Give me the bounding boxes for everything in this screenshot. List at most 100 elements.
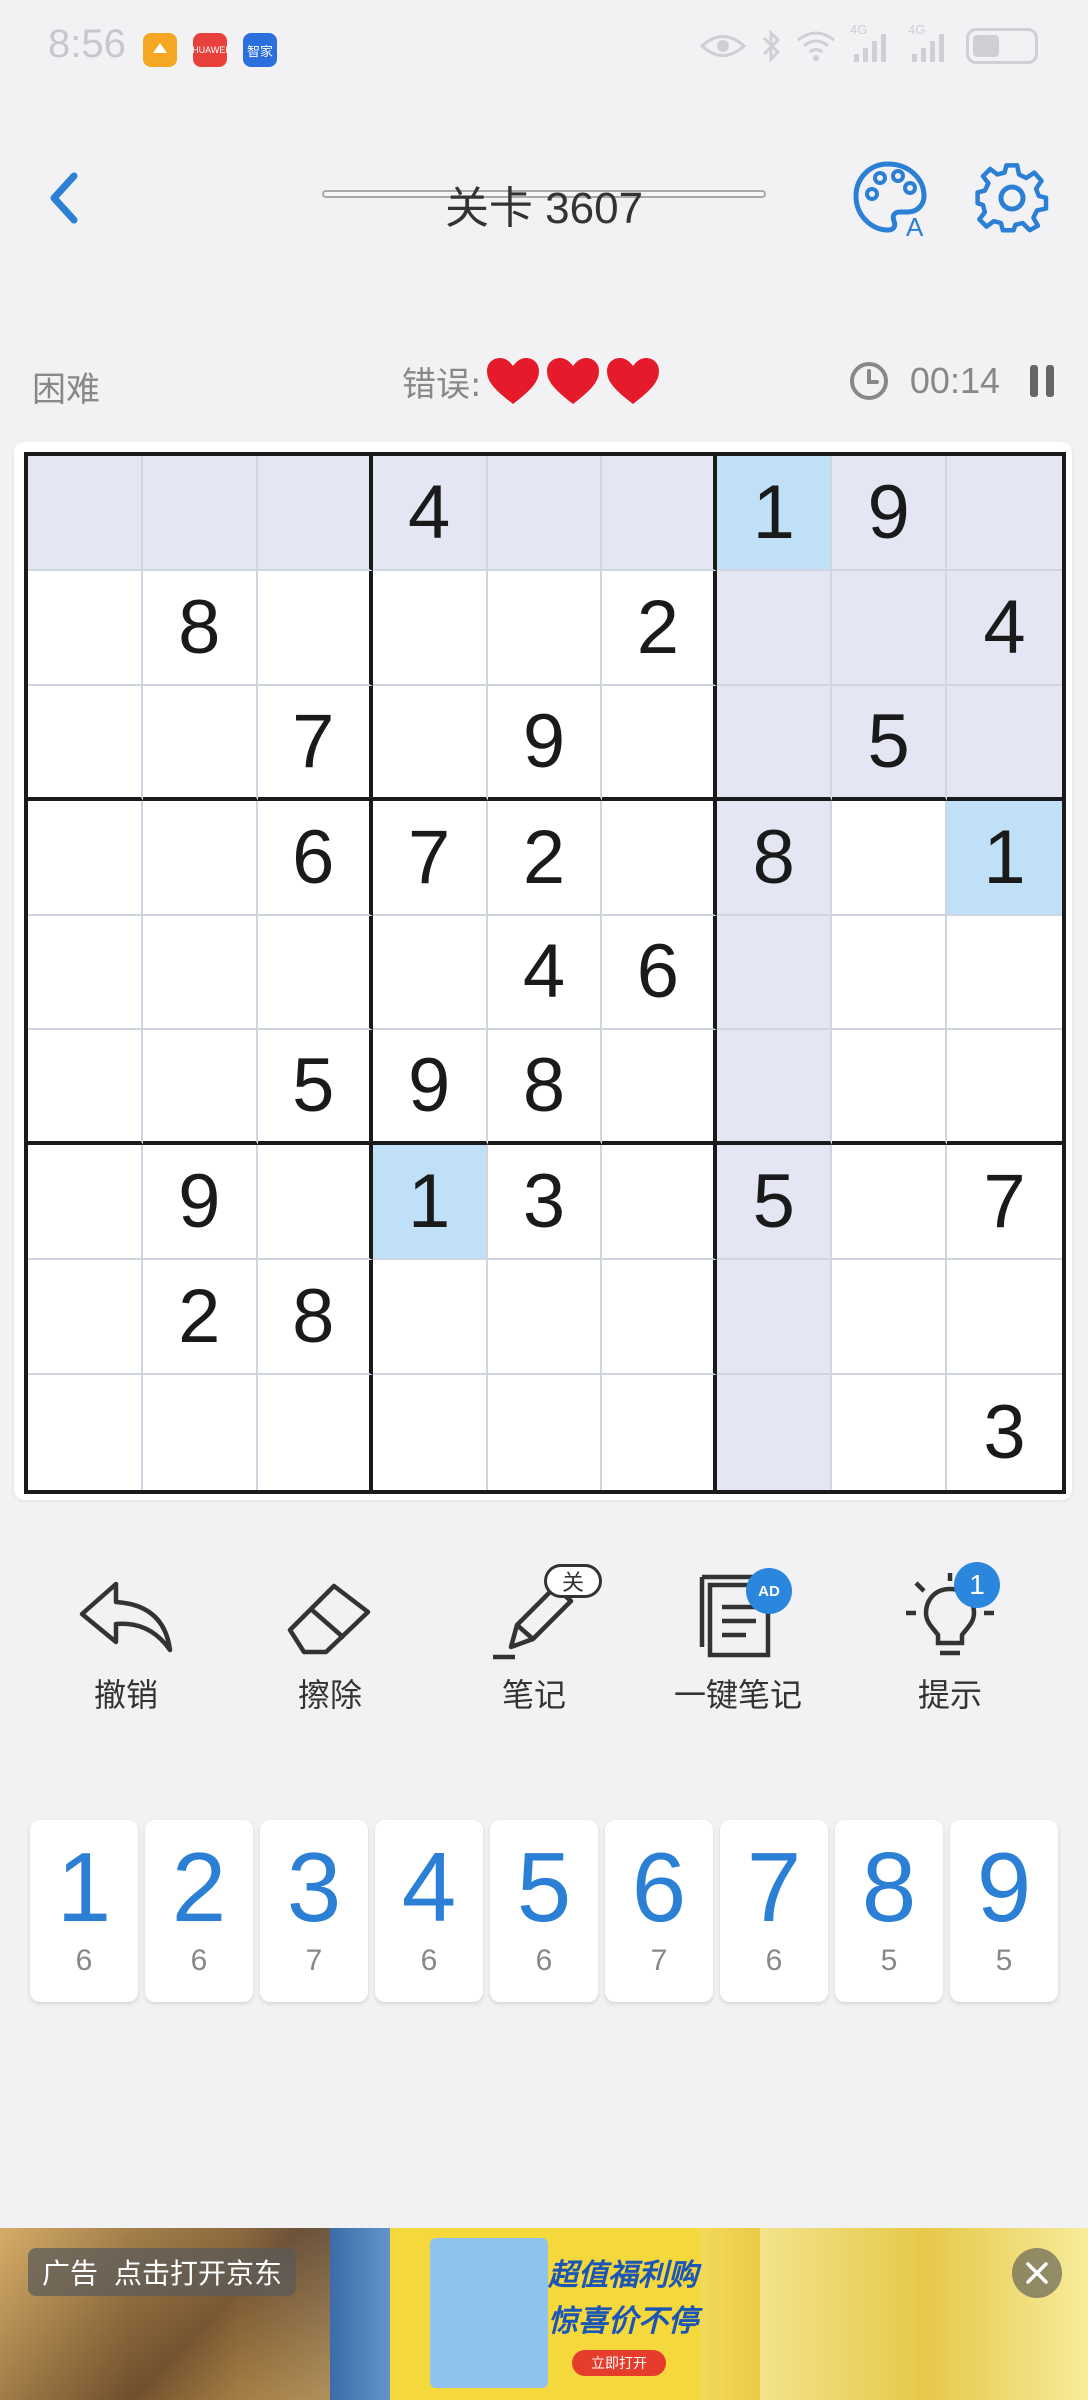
board-cell-r6c1[interactable] [28,1030,143,1146]
board-cell-r3c7[interactable] [717,685,833,801]
board-cell-r1c4[interactable]: 4 [372,456,488,571]
board-cell-r1c9[interactable] [947,456,1062,571]
board-cell-r1c8[interactable]: 9 [832,456,948,571]
board-cell-r8c5[interactable] [487,1260,603,1376]
board-cell-r4c6[interactable] [602,800,718,916]
board-cell-r1c6[interactable] [602,456,718,571]
board-cell-r9c1[interactable] [28,1375,143,1490]
board-cell-r7c9[interactable]: 7 [947,1145,1062,1261]
board-cell-r8c8[interactable] [832,1260,948,1376]
board-cell-r3c8[interactable]: 5 [832,685,948,801]
board-cell-r2c1[interactable] [28,570,143,686]
board-cell-r4c9[interactable]: 1 [947,800,1062,916]
settings-button[interactable] [970,156,1054,240]
board-cell-r9c9[interactable]: 3 [947,1375,1062,1490]
board-cell-r4c2[interactable] [142,800,258,916]
board-cell-r4c5[interactable]: 2 [487,800,603,916]
board-cell-r8c2[interactable]: 2 [142,1260,258,1376]
number-key-5[interactable]: 56 [490,1820,598,2002]
board-cell-r4c4[interactable]: 7 [372,800,488,916]
board-cell-r8c3[interactable]: 8 [257,1260,373,1376]
board-cell-r8c6[interactable] [602,1260,718,1376]
board-cell-r3c9[interactable] [947,685,1062,801]
board-cell-r5c4[interactable] [372,915,488,1031]
number-key-6[interactable]: 67 [605,1820,713,2002]
board-cell-r2c9[interactable]: 4 [947,570,1062,686]
number-key-9[interactable]: 95 [950,1820,1058,2002]
board-cell-r8c4[interactable] [372,1260,488,1376]
board-cell-r6c7[interactable] [717,1030,833,1146]
ad-label[interactable]: 广告 点击打开京东 [28,2248,297,2296]
board-cell-r7c6[interactable] [602,1145,718,1261]
pause-button[interactable] [1028,363,1056,399]
board-cell-r8c7[interactable] [717,1260,833,1376]
board-cell-r6c2[interactable] [142,1030,258,1146]
theme-button[interactable]: A [848,156,932,240]
board-cell-r5c9[interactable] [947,915,1062,1031]
board-cell-r9c4[interactable] [372,1375,488,1490]
board-cell-r9c7[interactable] [717,1375,833,1490]
board-cell-r9c6[interactable] [602,1375,718,1490]
board-cell-r6c4[interactable]: 9 [372,1030,488,1146]
board-cell-r3c1[interactable] [28,685,143,801]
undo-button[interactable]: 撤销 [36,1568,216,1728]
board-cell-r8c9[interactable] [947,1260,1062,1376]
board-cell-r9c8[interactable] [832,1375,948,1490]
board-cell-r1c5[interactable] [487,456,603,571]
board-cell-r6c3[interactable]: 5 [257,1030,373,1146]
board-cell-r1c3[interactable] [257,456,373,571]
board-cell-r4c3[interactable]: 6 [257,800,373,916]
number-key-1[interactable]: 16 [30,1820,138,2002]
board-cell-r3c5[interactable]: 9 [487,685,603,801]
board-cell-r2c8[interactable] [832,570,948,686]
board-cell-r5c6[interactable]: 6 [602,915,718,1031]
board-cell-r5c3[interactable] [257,915,373,1031]
ad-close-button[interactable] [1012,2248,1062,2298]
number-key-7[interactable]: 76 [720,1820,828,2002]
board-cell-r1c7[interactable]: 1 [717,456,833,571]
board-cell-r2c3[interactable] [257,570,373,686]
board-cell-r6c9[interactable] [947,1030,1062,1146]
board-cell-r2c2[interactable]: 8 [142,570,258,686]
board-cell-r5c7[interactable] [717,915,833,1031]
board-cell-r3c4[interactable] [372,685,488,801]
auto-notes-button[interactable]: AD 一键笔记 [648,1568,828,1728]
board-cell-r5c2[interactable] [142,915,258,1031]
board-cell-r5c5[interactable]: 4 [487,915,603,1031]
back-button[interactable] [32,166,96,230]
board-cell-r1c2[interactable] [142,456,258,571]
board-cell-r9c3[interactable] [257,1375,373,1490]
number-key-2[interactable]: 26 [145,1820,253,2002]
board-cell-r3c3[interactable]: 7 [257,685,373,801]
board-cell-r1c1[interactable] [28,456,143,571]
board-cell-r7c2[interactable]: 9 [142,1145,258,1261]
board-cell-r9c5[interactable] [487,1375,603,1490]
board-cell-r4c8[interactable] [832,800,948,916]
board-cell-r3c2[interactable] [142,685,258,801]
board-cell-r7c7[interactable]: 5 [717,1145,833,1261]
board-cell-r5c8[interactable] [832,915,948,1031]
board-cell-r7c1[interactable] [28,1145,143,1261]
erase-button[interactable]: 擦除 [240,1568,420,1728]
board-cell-r6c8[interactable] [832,1030,948,1146]
ad-banner[interactable]: 超值福利购 惊喜价不停 立即打开 广告 点击打开京东 [0,2228,1088,2400]
board-cell-r7c3[interactable] [257,1145,373,1261]
board-cell-r7c4[interactable]: 1 [372,1145,488,1261]
number-key-4[interactable]: 46 [375,1820,483,2002]
board-cell-r6c5[interactable]: 8 [487,1030,603,1146]
board-cell-r6c6[interactable] [602,1030,718,1146]
board-cell-r7c5[interactable]: 3 [487,1145,603,1261]
number-key-3[interactable]: 37 [260,1820,368,2002]
board-cell-r5c1[interactable] [28,915,143,1031]
board-cell-r2c4[interactable] [372,570,488,686]
board-cell-r2c6[interactable]: 2 [602,570,718,686]
board-cell-r7c8[interactable] [832,1145,948,1261]
number-key-8[interactable]: 85 [835,1820,943,2002]
hint-button[interactable]: 1 提示 [860,1562,1040,1728]
board-cell-r3c6[interactable] [602,685,718,801]
board-cell-r2c5[interactable] [487,570,603,686]
board-cell-r4c1[interactable] [28,800,143,916]
board-cell-r9c2[interactable] [142,1375,258,1490]
ad-cta-button[interactable]: 立即打开 [572,2350,666,2376]
notes-button[interactable]: 关 笔记 [444,1564,624,1728]
